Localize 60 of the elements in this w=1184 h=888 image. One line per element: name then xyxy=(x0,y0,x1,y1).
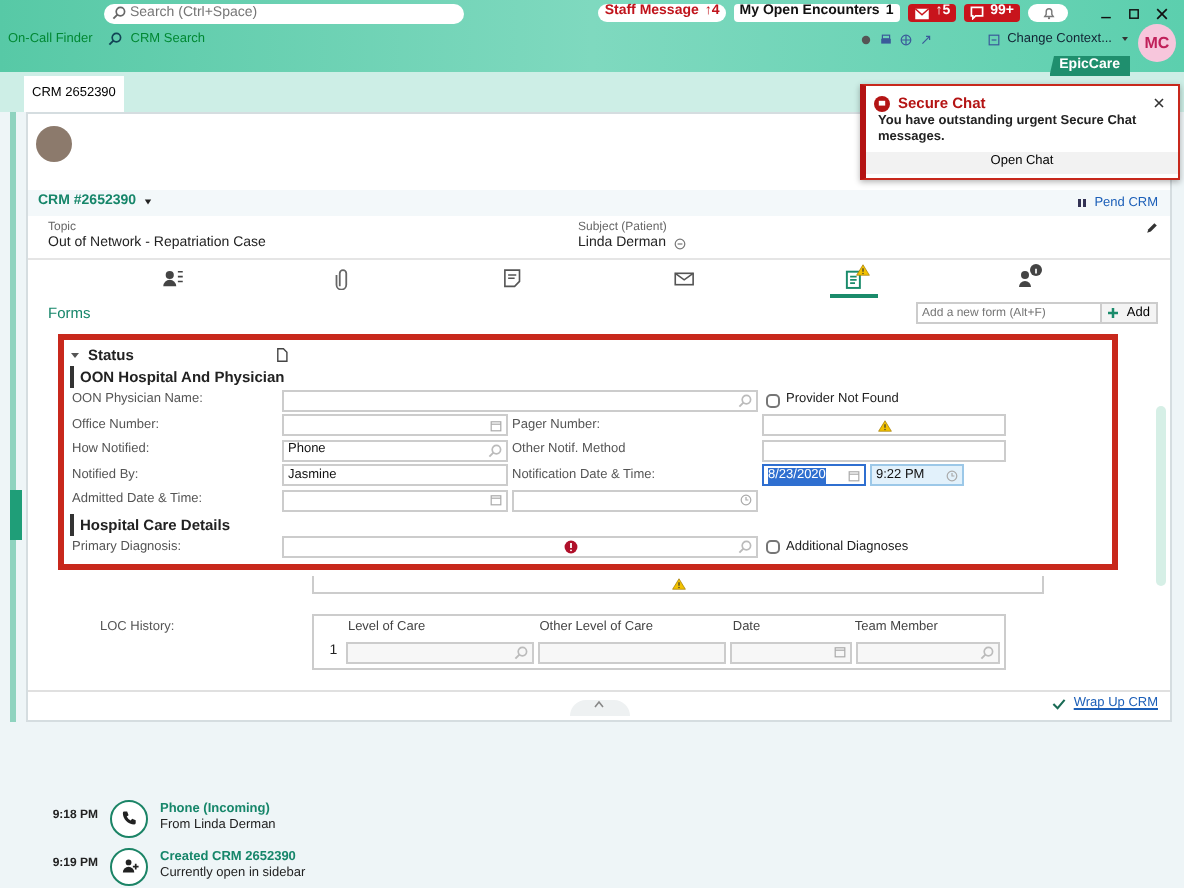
envelope-icon xyxy=(671,267,698,289)
envelope-icon xyxy=(913,7,930,19)
globe-icon[interactable] xyxy=(899,33,912,46)
input-field[interactable] xyxy=(282,489,508,512)
expand-icon[interactable] xyxy=(919,33,932,46)
chat-alert-icon xyxy=(874,95,890,111)
phone-icon xyxy=(119,808,139,828)
search-icon xyxy=(980,645,994,659)
input-field[interactable] xyxy=(762,439,1006,462)
photo-placeholder xyxy=(36,126,72,162)
clock-icon xyxy=(740,494,752,507)
caret-icon[interactable] xyxy=(70,349,80,359)
checkbox[interactable] xyxy=(766,540,780,555)
calendar-icon xyxy=(490,419,502,432)
bell-icon xyxy=(1041,6,1055,20)
minus-circle-icon[interactable] xyxy=(673,238,686,251)
person-plus-icon xyxy=(119,856,139,876)
table-cell-field[interactable] xyxy=(855,641,1000,663)
table-cell-field[interactable] xyxy=(537,641,726,663)
context-icon xyxy=(987,33,1000,46)
input-field[interactable] xyxy=(512,489,758,512)
sidebar-handle[interactable] xyxy=(10,490,22,540)
search-icon xyxy=(738,393,752,408)
pause-icon xyxy=(1078,197,1087,208)
contacts-icon xyxy=(160,267,187,289)
close-icon[interactable] xyxy=(1156,7,1168,19)
search-icon xyxy=(738,540,752,555)
caret-icon xyxy=(144,198,153,207)
calendar-icon xyxy=(848,469,860,482)
close-icon[interactable] xyxy=(1154,98,1164,108)
search-icon xyxy=(112,6,126,20)
dot-icon[interactable] xyxy=(859,33,872,46)
plus-icon xyxy=(1108,308,1119,318)
search-icon xyxy=(488,443,502,458)
input-field[interactable] xyxy=(282,414,508,437)
input-field[interactable] xyxy=(282,389,758,412)
caret-icon[interactable] xyxy=(1120,34,1130,45)
notifications-button[interactable] xyxy=(1028,4,1068,22)
scrollbar[interactable] xyxy=(1156,406,1166,586)
checkmark-icon xyxy=(1051,697,1066,710)
pencil-icon[interactable] xyxy=(1146,222,1158,234)
speech-bubble-icon xyxy=(970,6,985,20)
table-cell-field[interactable] xyxy=(345,641,534,663)
input-field[interactable] xyxy=(282,536,758,559)
chevron-up-icon xyxy=(594,700,604,708)
search-icon xyxy=(513,645,528,659)
calendar-icon xyxy=(490,494,502,507)
checkbox[interactable] xyxy=(766,393,780,408)
user-avatar[interactable]: MC xyxy=(1138,24,1176,62)
document-icon[interactable] xyxy=(276,347,288,361)
clock-icon xyxy=(946,469,958,482)
input-field[interactable] xyxy=(762,414,1006,437)
table-cell-field[interactable] xyxy=(729,641,852,663)
printer-icon[interactable] xyxy=(879,33,892,46)
search-icon xyxy=(108,32,123,47)
person-icon xyxy=(1017,269,1032,287)
maximize-icon[interactable] xyxy=(1128,7,1140,19)
calendar-icon xyxy=(833,646,846,658)
input-field[interactable] xyxy=(312,576,1044,594)
toolbar-tab[interactable] xyxy=(830,262,879,298)
